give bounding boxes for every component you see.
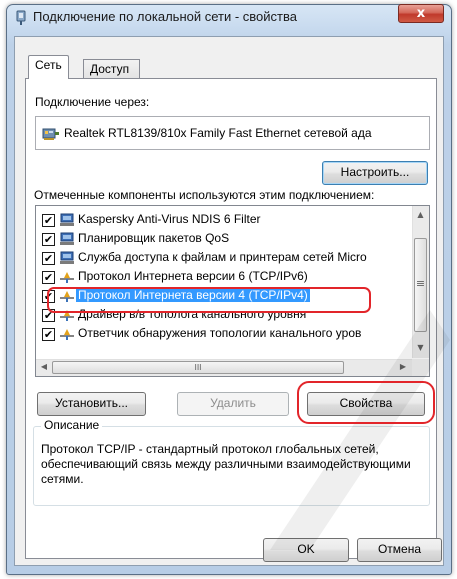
protocol-icon xyxy=(60,329,74,340)
configure-button[interactable]: Настроить... xyxy=(322,161,428,185)
scroll-right-icon[interactable]: ▶ xyxy=(396,362,410,371)
adapter-name: Realtek RTL8139/810x Family Fast Etherne… xyxy=(64,126,372,140)
connect-using-label: Подключение через: xyxy=(35,95,150,109)
component-checkbox[interactable]: ✔ xyxy=(42,290,55,303)
network-client-icon xyxy=(60,213,74,226)
list-item[interactable]: ✔ Планировщик пакетов QoS xyxy=(36,230,414,248)
adapter-field: Realtek RTL8139/810x Family Fast Etherne… xyxy=(35,116,430,150)
scroll-down-icon[interactable]: ▼ xyxy=(413,343,428,352)
list-item[interactable]: ✔ Протокол Интернета версии 4 (TCP/IPv4) xyxy=(36,287,414,305)
network-client-icon xyxy=(60,232,74,245)
cancel-button[interactable]: Отмена xyxy=(357,538,442,562)
window-title: Подключение по локальной сети - свойства xyxy=(33,9,297,24)
component-checkbox[interactable]: ✔ xyxy=(42,328,55,341)
description-text: Протокол TCP/IP - стандартный протокол г… xyxy=(41,442,411,486)
ok-button[interactable]: OK xyxy=(263,538,349,562)
component-label: Служба доступа к файлам и принтерам сете… xyxy=(78,250,367,264)
protocol-icon xyxy=(60,310,74,321)
scroll-up-icon[interactable]: ▲ xyxy=(413,210,428,219)
component-checkbox[interactable]: ✔ xyxy=(42,214,55,227)
component-checkbox[interactable]: ✔ xyxy=(42,309,55,322)
vertical-scroll-thumb[interactable]: ≡ xyxy=(414,238,427,332)
protocol-icon xyxy=(60,291,74,302)
scroll-left-icon[interactable]: ◀ xyxy=(38,362,50,371)
component-label: Kaspersky Anti-Virus NDIS 6 Filter xyxy=(78,212,261,226)
network-card-icon xyxy=(42,128,59,140)
tab-sharing[interactable]: Доступ xyxy=(83,59,140,79)
components-list[interactable]: ✔ Kaspersky Anti-Virus NDIS 6 Filter ✔ П… xyxy=(35,205,430,377)
component-checkbox[interactable]: ✔ xyxy=(42,252,55,265)
list-item[interactable]: ✔ Служба доступа к файлам и принтерам се… xyxy=(36,249,414,267)
properties-button[interactable]: Свойства xyxy=(307,392,425,416)
components-label: Отмеченные компоненты используются этим … xyxy=(34,188,375,202)
component-checkbox[interactable]: ✔ xyxy=(42,271,55,284)
list-item[interactable]: ✔ Драйвер в/в тополога канального уровня xyxy=(36,306,414,324)
thumb-grip-icon: ≡ xyxy=(415,277,426,290)
thumb-grip-icon: III xyxy=(194,363,202,372)
horizontal-scroll-thumb[interactable]: III xyxy=(52,361,344,374)
component-label: Протокол Интернета версии 6 (TCP/IPv6) xyxy=(78,269,308,283)
component-label: Ответчик обнаружения топологии канальног… xyxy=(78,326,362,340)
network-adapter-icon xyxy=(16,10,26,25)
component-label: Планировщик пакетов QoS xyxy=(78,231,230,245)
list-item[interactable]: ✔ Ответчик обнаружения топологии канальн… xyxy=(36,325,414,343)
scrollbar-corner xyxy=(412,359,429,376)
component-label-selected: Протокол Интернета версии 4 (TCP/IPv4) xyxy=(76,288,310,302)
remove-button[interactable]: Удалить xyxy=(177,392,289,416)
network-client-icon xyxy=(60,251,74,264)
tab-network[interactable]: Сеть xyxy=(28,55,69,79)
close-button[interactable]: x xyxy=(398,4,444,23)
protocol-icon xyxy=(60,272,74,283)
component-label: Драйвер в/в тополога канального уровня xyxy=(78,307,307,321)
list-item[interactable]: ✔ Kaspersky Anti-Virus NDIS 6 Filter xyxy=(36,211,414,229)
description-legend: Описание xyxy=(41,418,103,432)
component-checkbox[interactable]: ✔ xyxy=(42,233,55,246)
install-button[interactable]: Установить... xyxy=(37,392,146,416)
list-item[interactable]: ✔ Протокол Интернета версии 6 (TCP/IPv6) xyxy=(36,268,414,286)
